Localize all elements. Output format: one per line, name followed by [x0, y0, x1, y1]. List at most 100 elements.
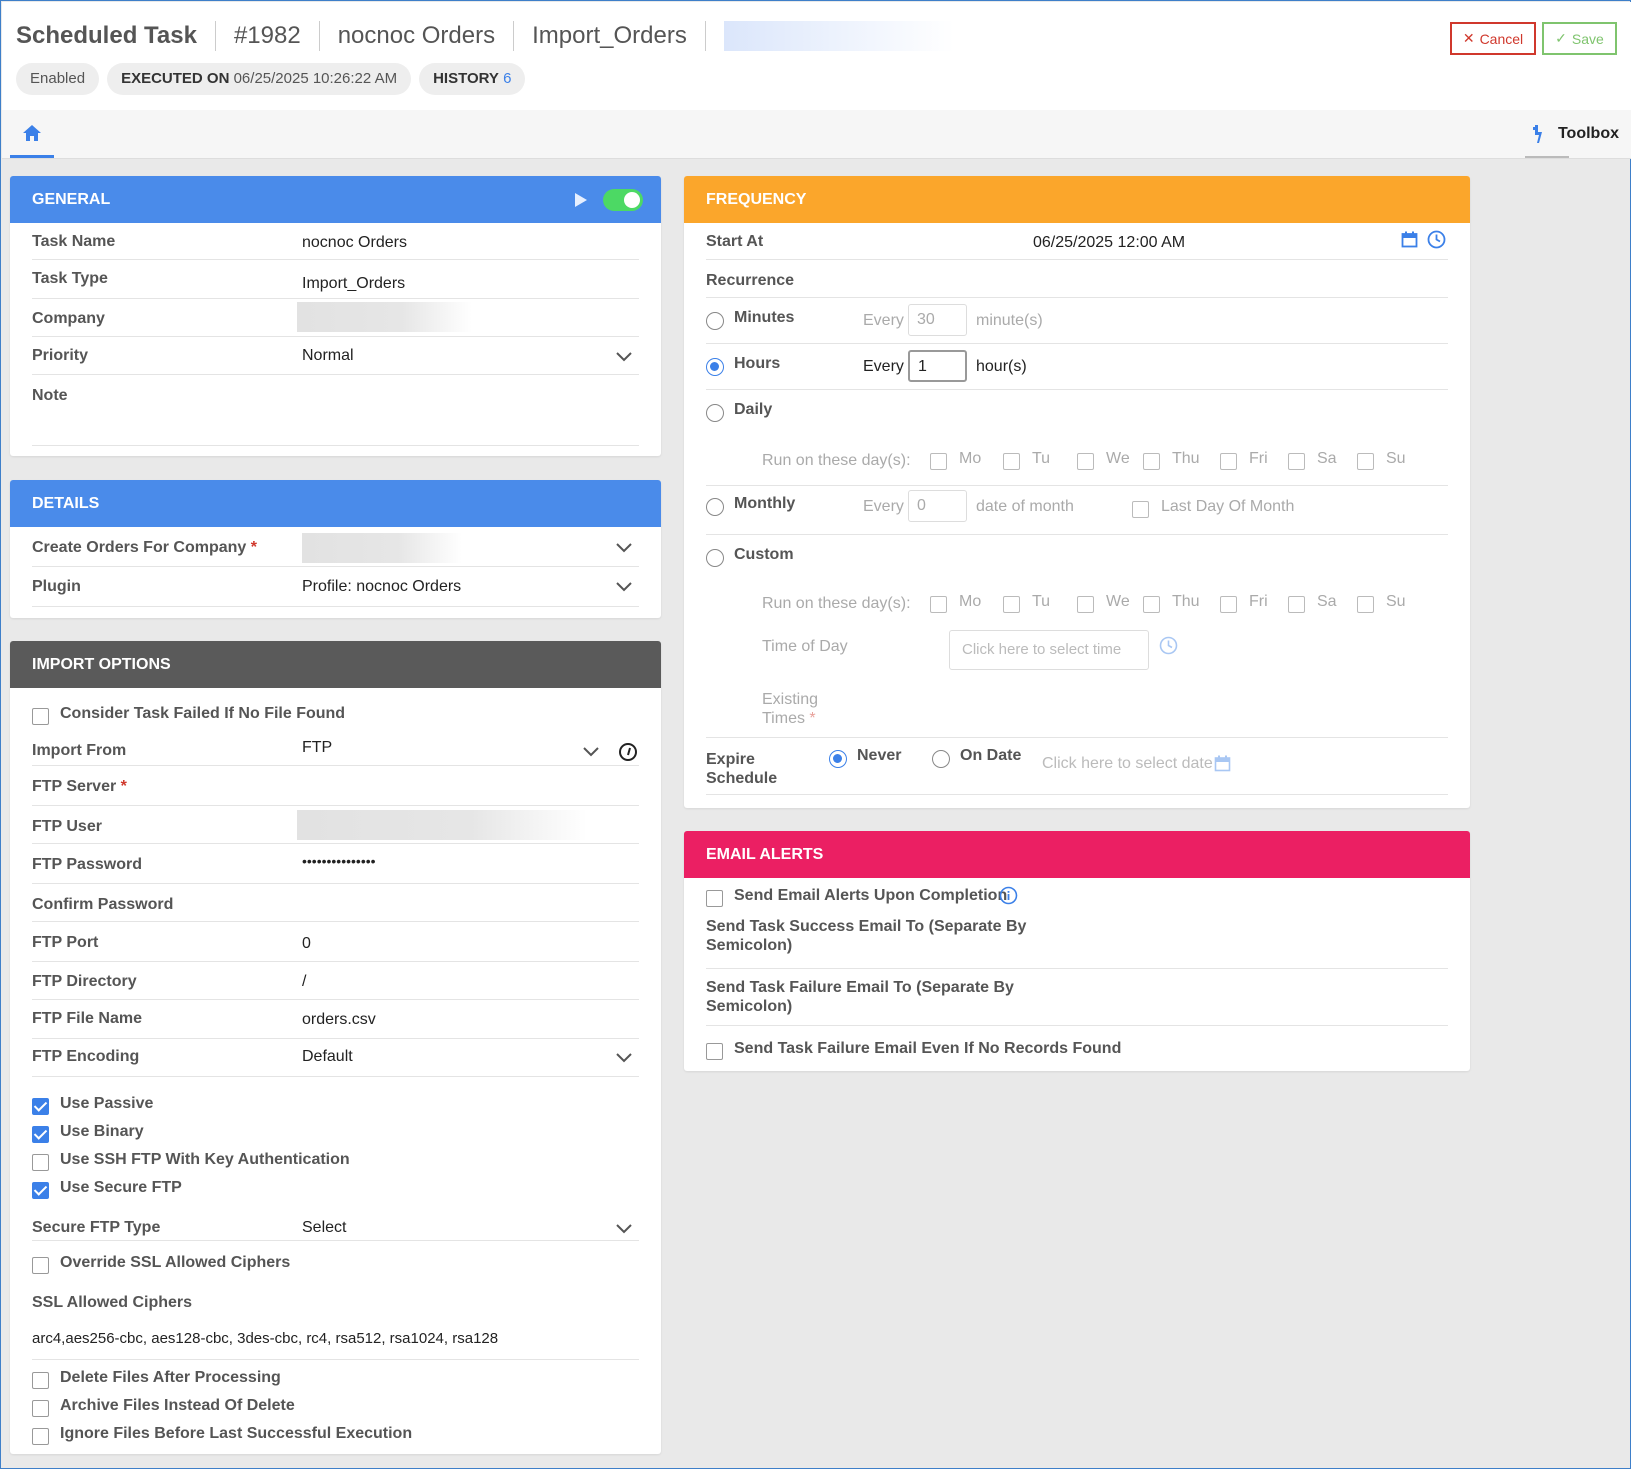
- confirm-password-input[interactable]: [302, 894, 632, 916]
- cancel-button[interactable]: ✕ Cancel: [1450, 22, 1536, 55]
- time-of-day-input[interactable]: Click here to select time: [949, 630, 1149, 670]
- hours-input[interactable]: 1: [908, 350, 967, 382]
- ftp-server-input[interactable]: [302, 776, 632, 798]
- ftp-user-redacted-input[interactable]: [297, 810, 587, 840]
- ftp-server-label: FTP Server *: [32, 778, 127, 795]
- save-button[interactable]: ✓ Save: [1542, 22, 1617, 55]
- chevron-down-icon[interactable]: [615, 1223, 633, 1235]
- custom-day-checkbox-fri[interactable]: [1220, 596, 1237, 613]
- last-day-of-month-checkbox[interactable]: [1132, 501, 1149, 518]
- custom-day-label-mo: Mo: [959, 593, 982, 610]
- use-secure-ftp-checkbox[interactable]: [32, 1182, 49, 1199]
- monthly-input[interactable]: 0: [908, 490, 967, 522]
- ftp-file-name-input[interactable]: orders.csv: [302, 1011, 376, 1029]
- ignore-files-checkbox[interactable]: [32, 1428, 49, 1445]
- minutes-label: Minutes: [734, 309, 795, 326]
- title-separator: [513, 21, 515, 51]
- import-from-select[interactable]: FTP: [302, 739, 332, 757]
- daily-day-checkbox-thu[interactable]: [1143, 453, 1160, 470]
- info-icon[interactable]: [999, 886, 1018, 905]
- ftp-directory-input[interactable]: /: [302, 973, 306, 991]
- ftp-port-input[interactable]: 0: [302, 935, 311, 953]
- daily-day-checkbox-sa[interactable]: [1288, 453, 1305, 470]
- hours-radio[interactable]: [706, 358, 724, 376]
- archive-files-label: Archive Files Instead Of Delete: [60, 1397, 295, 1414]
- tab-home[interactable]: [10, 110, 54, 158]
- use-secure-ftp-label: Use Secure FTP: [60, 1179, 182, 1196]
- task-type-title: Import_Orders: [532, 22, 687, 49]
- title-separator: [704, 21, 706, 51]
- daily-radio[interactable]: [706, 404, 724, 422]
- status-chips: Enabled EXECUTED ON 06/25/2025 10:26:22 …: [16, 63, 526, 95]
- start-at-input[interactable]: 06/25/2025 12:00 AM: [1033, 234, 1185, 252]
- create-for-company-redacted-value[interactable]: [302, 533, 462, 563]
- task-name-input[interactable]: nocnoc Orders: [302, 234, 407, 252]
- chevron-down-icon[interactable]: [615, 1052, 633, 1064]
- use-ssh-checkbox[interactable]: [32, 1154, 49, 1171]
- calendar-icon[interactable]: [1401, 231, 1418, 248]
- override-ssl-checkbox[interactable]: [32, 1257, 49, 1274]
- redacted-title-segment: [723, 21, 954, 51]
- play-icon[interactable]: [574, 192, 588, 208]
- chevron-down-icon[interactable]: [582, 746, 600, 758]
- chevron-down-icon[interactable]: [615, 581, 633, 593]
- failure-no-records-checkbox[interactable]: [706, 1043, 723, 1060]
- ssl-ciphers-input[interactable]: arc4,aes256-cbc, aes128-cbc, 3des-cbc, r…: [32, 1330, 498, 1347]
- secure-ftp-type-select[interactable]: Select: [302, 1219, 346, 1237]
- app-window: Scheduled Task #1982 nocnoc Orders Impor…: [0, 0, 1631, 1469]
- cancel-label: Cancel: [1479, 30, 1524, 47]
- monthly-radio[interactable]: [706, 498, 724, 516]
- custom-day-checkbox-tu[interactable]: [1003, 596, 1020, 613]
- ftp-encoding-select[interactable]: Default: [302, 1048, 353, 1066]
- use-passive-checkbox[interactable]: [32, 1098, 49, 1115]
- failure-email-input[interactable]: [1036, 974, 1456, 1014]
- custom-day-checkbox-su[interactable]: [1357, 596, 1374, 613]
- daily-day-checkbox-we[interactable]: [1077, 453, 1094, 470]
- chevron-down-icon[interactable]: [615, 351, 633, 363]
- recurrence-label: Recurrence: [706, 272, 795, 289]
- consider-failed-checkbox[interactable]: [32, 708, 49, 725]
- note-textarea[interactable]: [302, 387, 642, 437]
- delete-files-checkbox[interactable]: [32, 1372, 49, 1389]
- use-binary-checkbox[interactable]: [32, 1126, 49, 1143]
- gauge-icon[interactable]: [618, 742, 638, 762]
- plugin-select[interactable]: Profile: nocnoc Orders: [302, 578, 461, 596]
- send-upon-completion-checkbox[interactable]: [706, 890, 723, 907]
- daily-day-checkbox-fri[interactable]: [1220, 453, 1237, 470]
- hours-label: Hours: [734, 355, 781, 372]
- chevron-down-icon[interactable]: [615, 542, 633, 554]
- check-icon: ✓: [1555, 30, 1567, 46]
- ssl-ciphers-label: SSL Allowed Ciphers: [32, 1294, 193, 1311]
- enabled-toggle[interactable]: [603, 189, 643, 211]
- daily-day-checkbox-tu[interactable]: [1003, 453, 1020, 470]
- clock-icon[interactable]: [1427, 230, 1446, 249]
- custom-day-checkbox-we[interactable]: [1077, 596, 1094, 613]
- calendar-icon[interactable]: [1214, 755, 1231, 772]
- history-badge[interactable]: HISTORY 6: [419, 63, 526, 95]
- history-count: 6: [503, 70, 512, 87]
- custom-day-checkbox-mo[interactable]: [930, 596, 947, 613]
- email-alerts-panel-body: Send Email Alerts Upon Completion Send T…: [706, 878, 1448, 1071]
- expire-on-date-radio[interactable]: [932, 750, 950, 768]
- frequency-panel: FREQUENCY Start At 06/25/2025 12:00 AM R…: [684, 176, 1470, 808]
- daily-day-checkbox-su[interactable]: [1357, 453, 1374, 470]
- ftp-password-input[interactable]: •••••••••••••••: [302, 853, 376, 869]
- task-type-row: Task Type Import_Orders: [32, 260, 639, 299]
- clock-icon[interactable]: [1159, 636, 1178, 655]
- success-email-input[interactable]: [1036, 917, 1456, 957]
- toolbox-button[interactable]: Toolbox: [1530, 110, 1619, 158]
- minutes-input[interactable]: 30: [908, 304, 967, 336]
- archive-files-checkbox[interactable]: [32, 1400, 49, 1417]
- custom-day-checkbox-thu[interactable]: [1143, 596, 1160, 613]
- ftp-password-label: FTP Password: [32, 856, 142, 873]
- page-title: Scheduled Task: [16, 22, 197, 49]
- minutes-radio[interactable]: [706, 312, 724, 330]
- expire-date-input[interactable]: Click here to select date: [1042, 755, 1213, 773]
- daily-day-checkbox-mo[interactable]: [930, 453, 947, 470]
- priority-select[interactable]: Normal: [302, 347, 354, 365]
- plugin-row: Plugin Profile: nocnoc Orders: [32, 567, 639, 607]
- close-icon: ✕: [1462, 30, 1475, 46]
- custom-radio[interactable]: [706, 549, 724, 567]
- custom-day-checkbox-sa[interactable]: [1288, 596, 1305, 613]
- expire-never-radio[interactable]: [829, 750, 847, 768]
